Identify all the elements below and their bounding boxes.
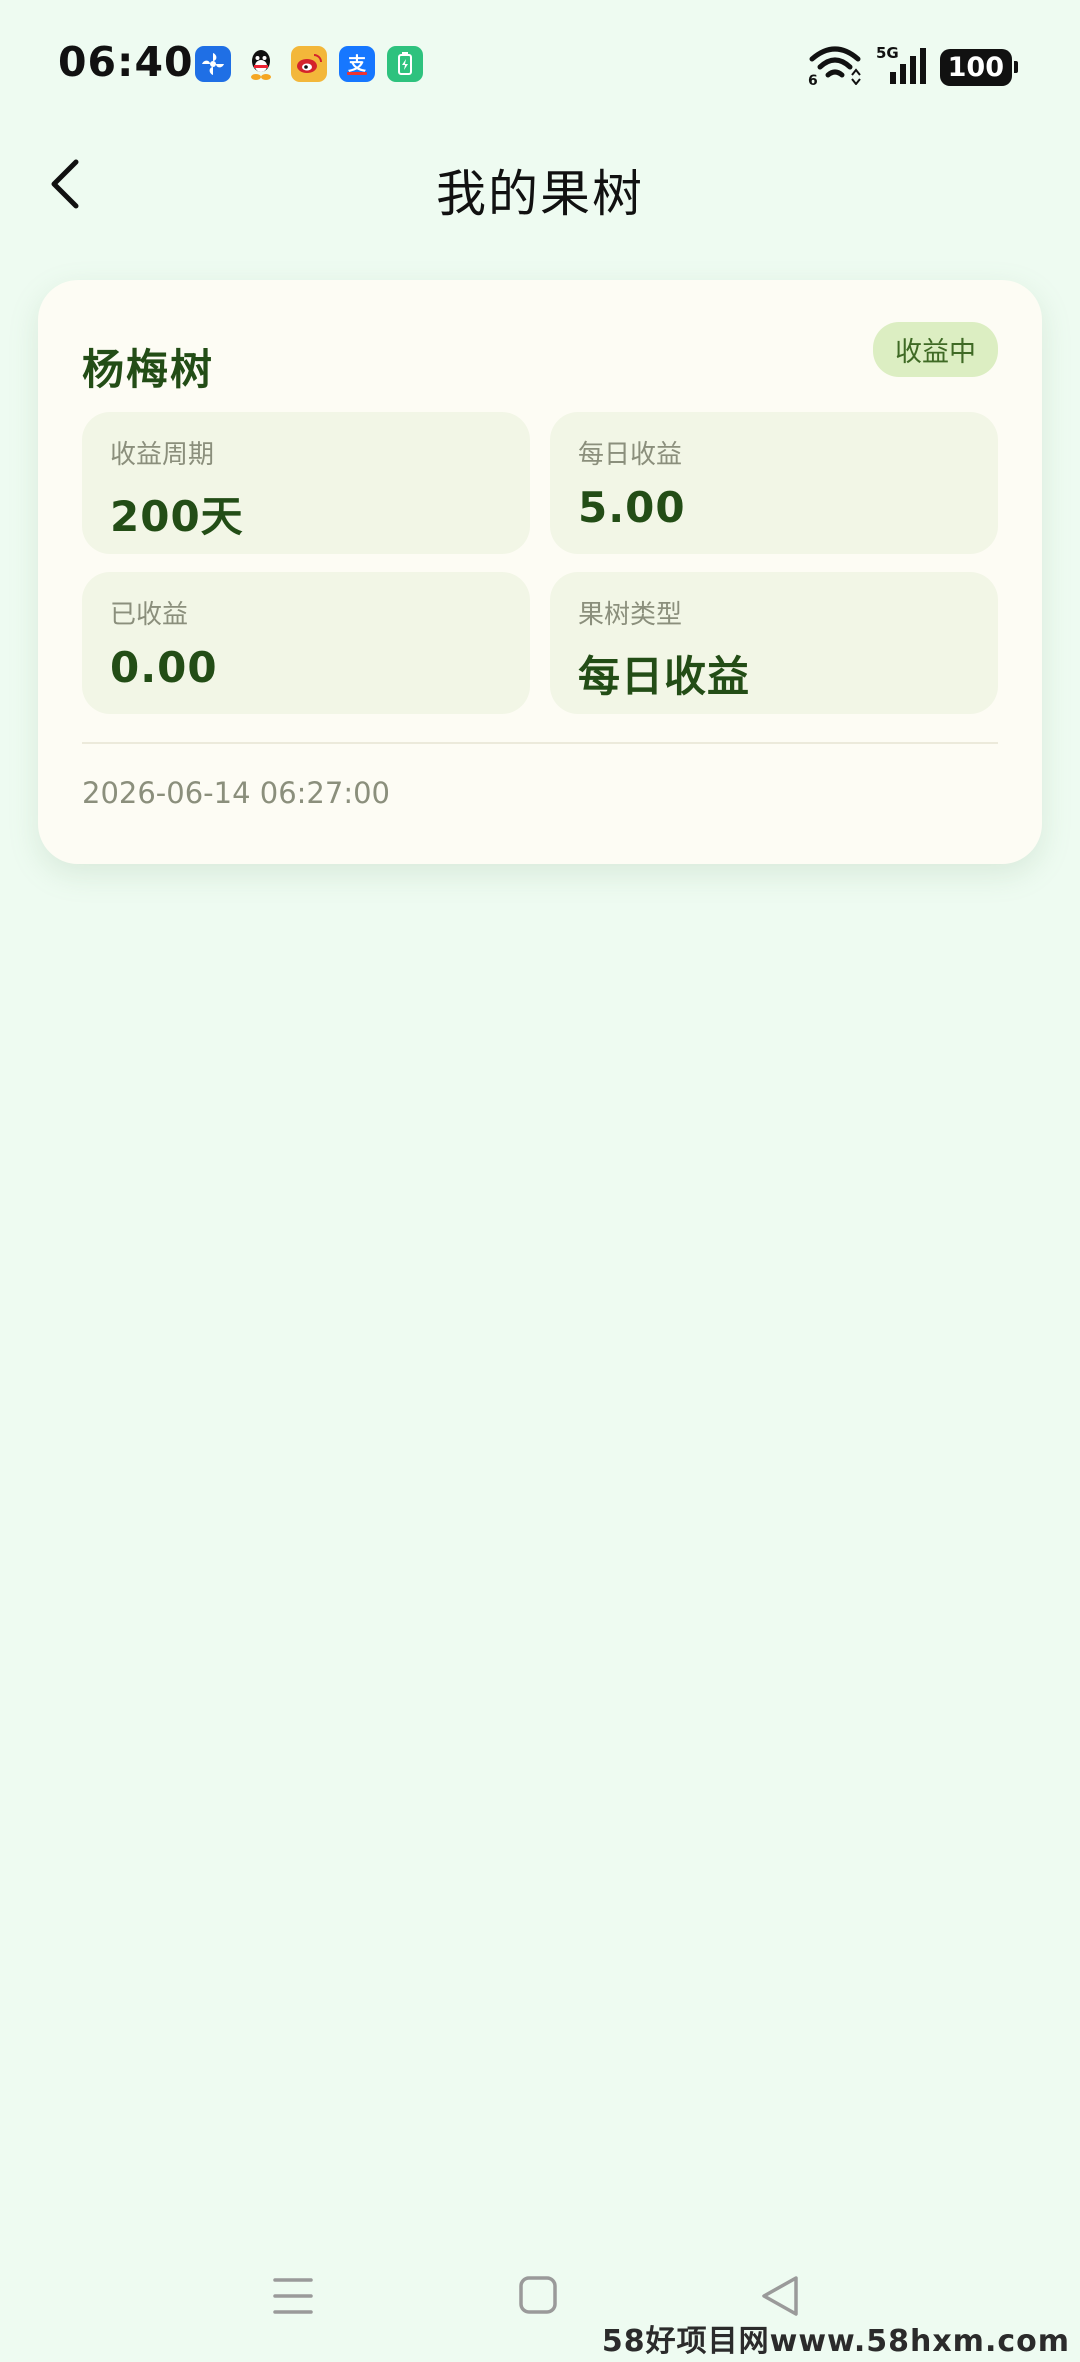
tree-name: 杨梅树: [82, 345, 215, 394]
stat-value: 0.00: [110, 643, 218, 692]
weibo-icon: [291, 46, 327, 82]
card-date: 2026-06-14 06:27:00: [82, 776, 390, 810]
watermark: 58好项目网www.58hxm.com: [601, 2324, 1070, 2359]
status-time: 06:40: [58, 38, 194, 86]
recent-apps-button[interactable]: [263, 2268, 323, 2324]
stat-label: 每日收益: [578, 440, 683, 470]
home-button[interactable]: [508, 2268, 568, 2324]
tree-card[interactable]: 杨梅树 收益中 收益周期 200天 每日收益 5.00 已收益 0.00 果树类…: [38, 280, 1042, 864]
menu-icon: [273, 2278, 313, 2314]
stat-value: 5.00: [578, 483, 686, 532]
svg-text:支: 支: [347, 53, 367, 75]
stat-grid: 收益周期 200天 每日收益 5.00 已收益 0.00 果树类型 每日收益: [82, 412, 998, 714]
stat-label: 收益周期: [110, 440, 215, 470]
alipay-icon: 支: [339, 46, 375, 82]
stat-label: 已收益: [110, 600, 189, 630]
stat-value: 200天: [110, 492, 244, 541]
qq-icon: [243, 46, 279, 82]
header: 我的果树: [0, 140, 1080, 230]
stat-daily-income: 每日收益 5.00: [550, 412, 998, 554]
stat-earned: 已收益 0.00: [82, 572, 530, 714]
wifi-icon: 6: [808, 45, 862, 89]
stat-label: 果树类型: [578, 600, 683, 630]
fan-app-icon: [195, 46, 231, 82]
status-right: 6 5G 100: [808, 44, 1019, 90]
stat-tree-type: 果树类型 每日收益: [550, 572, 998, 714]
cellular-signal-icon: 5G: [876, 44, 926, 90]
svg-text:5G: 5G: [876, 44, 899, 62]
stat-value: 每日收益: [578, 652, 751, 701]
page-title: 我的果树: [436, 165, 644, 223]
status-bar: 06:40 支 6 5G 100: [0, 0, 1080, 130]
home-icon: [519, 2276, 557, 2314]
notification-icons: 支: [195, 46, 423, 82]
svg-text:6: 6: [808, 73, 818, 85]
battery-app-icon: [387, 46, 423, 82]
stat-cycle: 收益周期 200天: [82, 412, 530, 554]
card-divider: [82, 742, 998, 744]
status-badge: 收益中: [873, 322, 998, 377]
battery-indicator: 100: [939, 48, 1019, 86]
